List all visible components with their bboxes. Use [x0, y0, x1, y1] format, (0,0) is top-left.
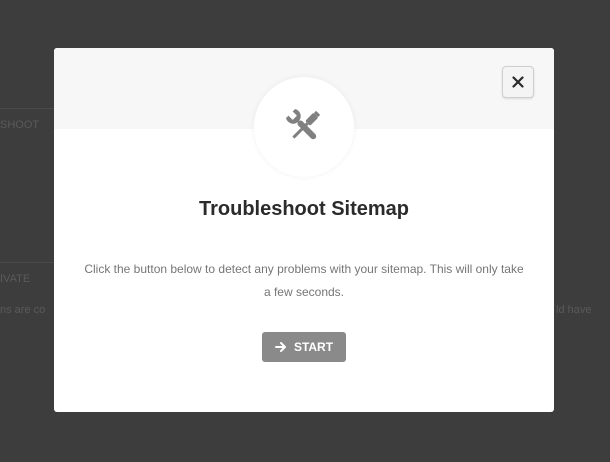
header-icon-container: [254, 77, 354, 177]
troubleshoot-modal: Troubleshoot Sitemap Click the button be…: [54, 48, 554, 412]
close-button[interactable]: [502, 66, 534, 98]
background-text-left: ns are co: [0, 304, 46, 316]
background-heading-troubleshoot: SHOOT: [0, 119, 40, 131]
arrow-right-icon: [274, 342, 287, 352]
background-text-right: ld have: [556, 304, 592, 316]
modal-title: Troubleshoot Sitemap: [198, 198, 410, 220]
background-divider: [0, 262, 54, 263]
background-divider: [0, 108, 54, 109]
start-button[interactable]: START: [262, 332, 346, 362]
start-button-label: START: [293, 340, 334, 354]
close-icon: [512, 76, 524, 88]
background-heading-activate: IVATE: [0, 273, 31, 285]
modal-description: Click the button below to detect any pro…: [84, 262, 524, 299]
wrench-screwdriver-icon: [282, 105, 326, 149]
